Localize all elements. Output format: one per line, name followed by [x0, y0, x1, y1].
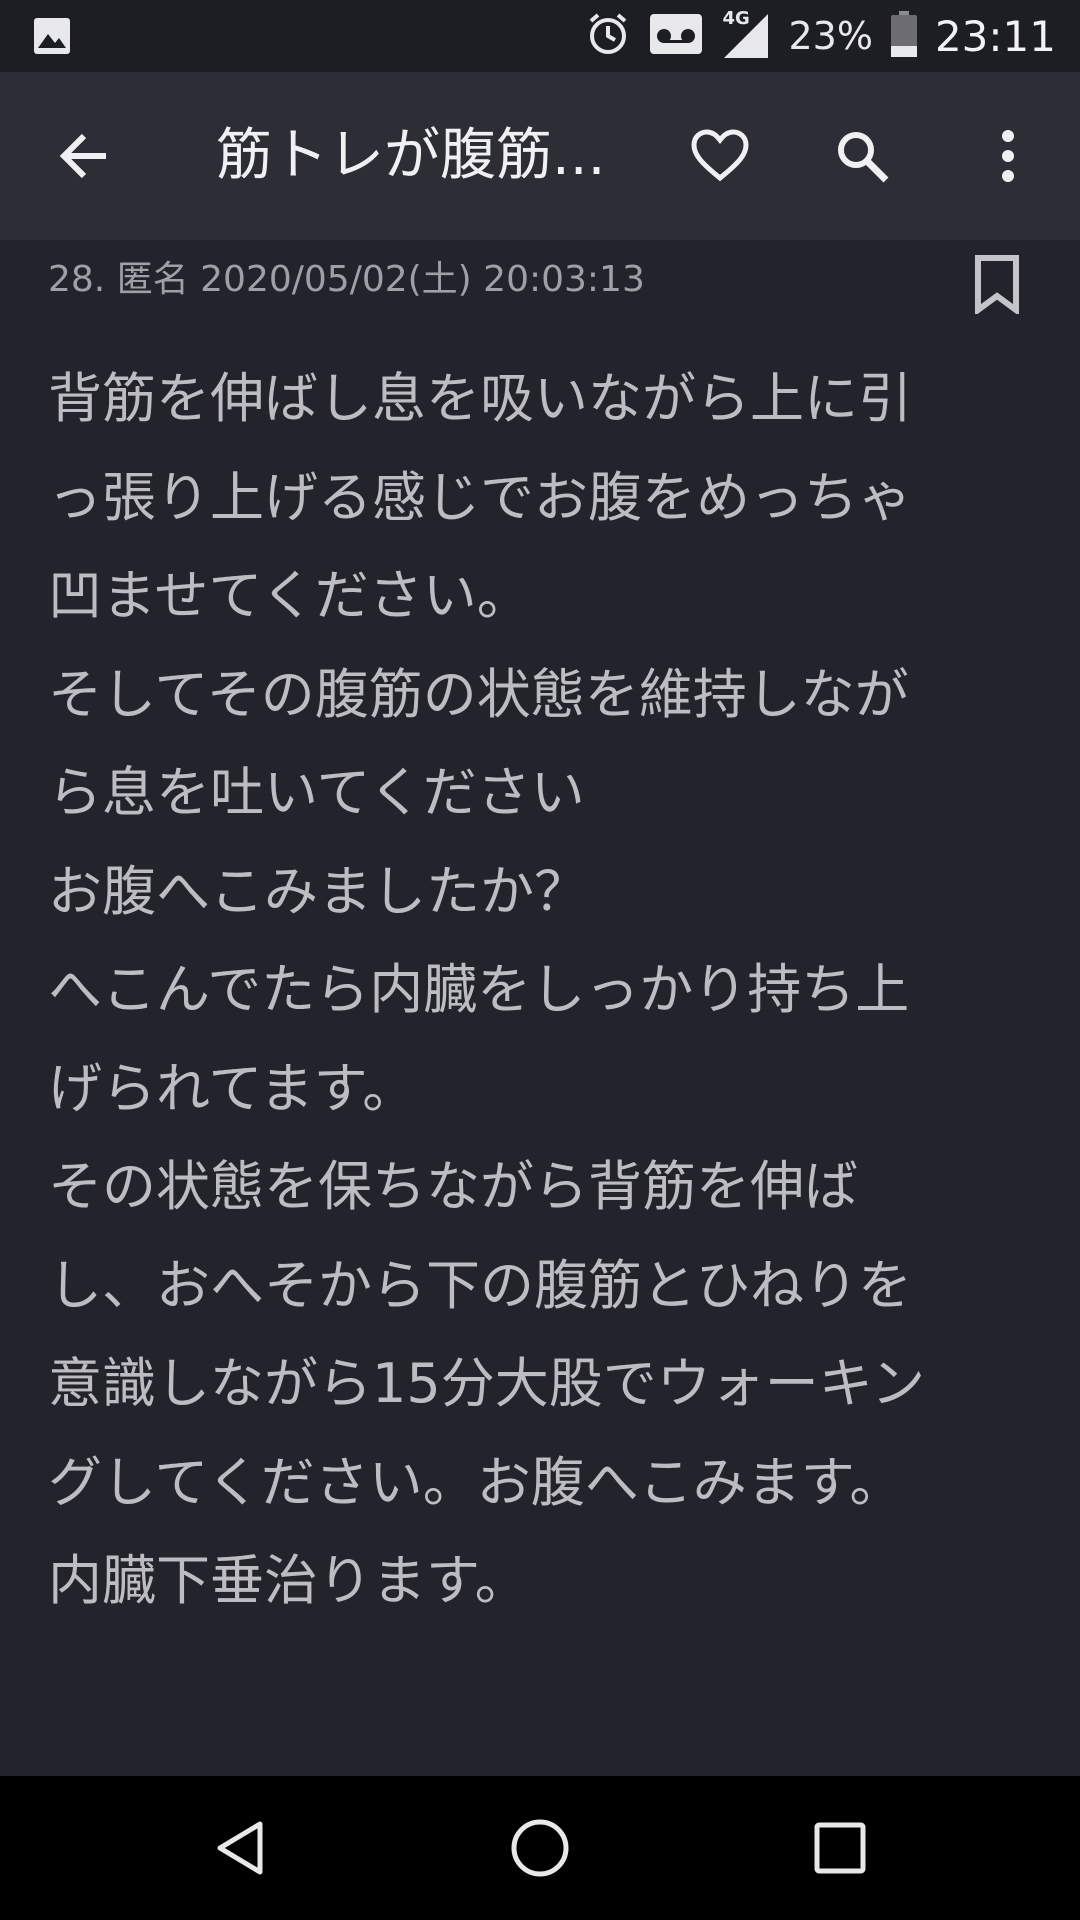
nav-home-icon: [511, 1819, 569, 1877]
nav-home-button[interactable]: [490, 1798, 590, 1898]
battery-percent: 23%: [788, 14, 873, 58]
voicemail-icon: [648, 12, 704, 60]
heart-icon: [691, 129, 749, 182]
favorite-button[interactable]: [676, 112, 764, 200]
post-line: 内臓下垂治ります。: [48, 1549, 529, 1612]
bookmark-icon: [975, 255, 1019, 316]
network-type-label: 4G: [722, 8, 750, 29]
post-line: その状態を保ちながら背筋を伸ば: [48, 1155, 858, 1218]
system-nav-bar: [0, 1776, 1080, 1920]
nav-recents-icon: [814, 1822, 866, 1874]
post-line: そしてその腹筋の状態を維持しなが: [48, 662, 909, 726]
gallery-icon: [32, 16, 72, 60]
post-line: グしてください。お腹へこみます。: [48, 1450, 904, 1514]
app-bar: 筋トレが腹筋...: [0, 72, 1080, 240]
post-line: っ張り上げる感じでお腹をめっちゃ: [48, 465, 912, 529]
signal-icon: 4G: [722, 8, 770, 60]
search-button[interactable]: [818, 112, 906, 200]
post-line: 凹ませてください。: [48, 564, 531, 627]
post-line: へこんでたら内臓をしっかり持ち上: [48, 958, 910, 1021]
clock-time: 23:11: [934, 11, 1056, 61]
post-body: 背筋を伸ばし息を吸いながら上に引 っ張り上げる感じでお腹をめっちゃ 凹ませてくだ…: [48, 350, 1028, 1631]
alarm-icon: [586, 12, 630, 60]
post-header: 28. 匿名 2020/05/02(土) 20:03:13: [48, 259, 645, 300]
more-options-button[interactable]: [964, 112, 1052, 200]
post-line: 意識しながら15分大股でウォーキン: [48, 1352, 926, 1415]
post-line: し、おへそから下の腹筋とひねりを: [48, 1253, 912, 1317]
search-icon: [838, 132, 889, 183]
battery-icon: [890, 11, 917, 61]
post-content: 28. 匿名 2020/05/02(土) 20:03:13 背筋を伸ばし息を吸い…: [0, 240, 1080, 1776]
post-line: お腹へこみましたか？: [48, 859, 588, 923]
post-line: ら息を吐いてください: [48, 761, 585, 824]
nav-back-button[interactable]: [190, 1798, 290, 1898]
more-vert-icon: [1002, 130, 1014, 182]
nav-back-icon: [217, 1821, 263, 1875]
post-line: 背筋を伸ばし息を吸いながら上に引: [48, 367, 912, 430]
back-arrow-icon: [59, 133, 106, 179]
page-title: 筋トレが腹筋...: [216, 123, 606, 188]
bookmark-button[interactable]: [970, 254, 1024, 316]
nav-recents-button[interactable]: [790, 1798, 890, 1898]
post-line: げられてます。: [48, 1056, 417, 1120]
status-bar: 4G 23% 23:11: [0, 0, 1080, 72]
back-button[interactable]: [40, 112, 128, 200]
